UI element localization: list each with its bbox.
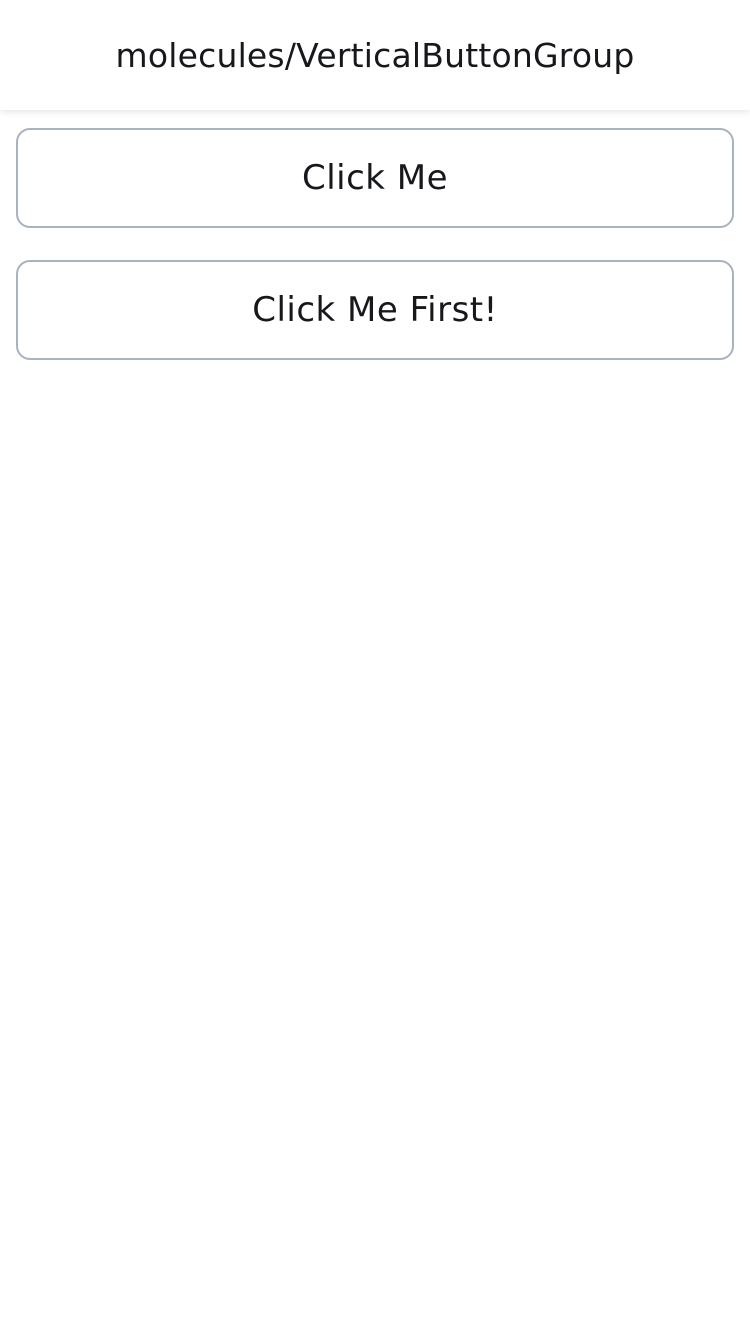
nav-header: molecules/VerticalButtonGroup bbox=[0, 0, 750, 110]
vertical-button-group: Click Me Click Me First! bbox=[0, 110, 750, 360]
click-me-first-button[interactable]: Click Me First! bbox=[16, 260, 734, 360]
page-title: molecules/VerticalButtonGroup bbox=[115, 35, 635, 75]
click-me-button[interactable]: Click Me bbox=[16, 128, 734, 228]
